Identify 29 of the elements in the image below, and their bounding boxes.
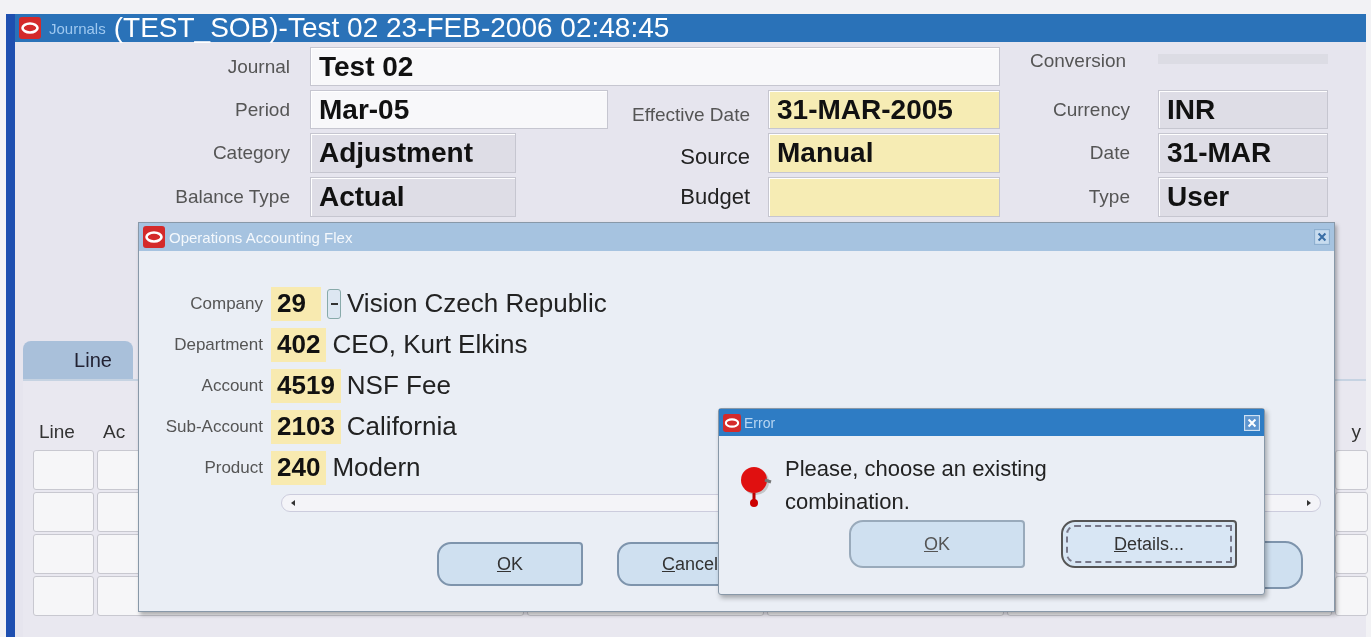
app-label: Journals bbox=[49, 19, 106, 37]
field-label: Conversion bbox=[1029, 49, 1128, 72]
error-message: Please, choose an existing combination. bbox=[785, 455, 1048, 516]
column-header: Line bbox=[38, 421, 75, 444]
segment-description: NSF Fee bbox=[346, 370, 451, 401]
segment-description: California bbox=[346, 411, 457, 442]
field-label: Category bbox=[211, 142, 291, 164]
window-title: (TEST_SOB)-Test 02 23-FEB-2006 02:48:45 bbox=[113, 12, 670, 44]
field-label: Period bbox=[234, 98, 291, 121]
field-label: Journal bbox=[226, 55, 291, 78]
field-label: Balance Type bbox=[174, 186, 291, 208]
segment-label: Account bbox=[200, 375, 264, 396]
field-label: Effective Date bbox=[631, 104, 751, 127]
field-label: Type bbox=[1087, 186, 1131, 208]
field-label: Budget bbox=[679, 184, 751, 210]
segment-label: Sub-Account bbox=[164, 416, 264, 437]
segment-label: Product bbox=[203, 457, 264, 478]
segment-description: Modern bbox=[332, 452, 421, 483]
column-header: Ac bbox=[102, 421, 126, 444]
field-label: Currency bbox=[1051, 98, 1131, 121]
segment-label: Department bbox=[173, 334, 264, 355]
segment-label: Company bbox=[189, 293, 264, 314]
field-label: Date bbox=[1088, 142, 1131, 164]
segment-description: Vision Czech Republic bbox=[347, 288, 607, 319]
segment-description: CEO, Kurt Elkins bbox=[332, 329, 528, 360]
dialog-title: Error bbox=[744, 414, 777, 431]
field-label: Source bbox=[679, 144, 751, 171]
column-header: y bbox=[1350, 421, 1362, 444]
dialog-title: Operations Accounting Flex bbox=[169, 228, 354, 246]
